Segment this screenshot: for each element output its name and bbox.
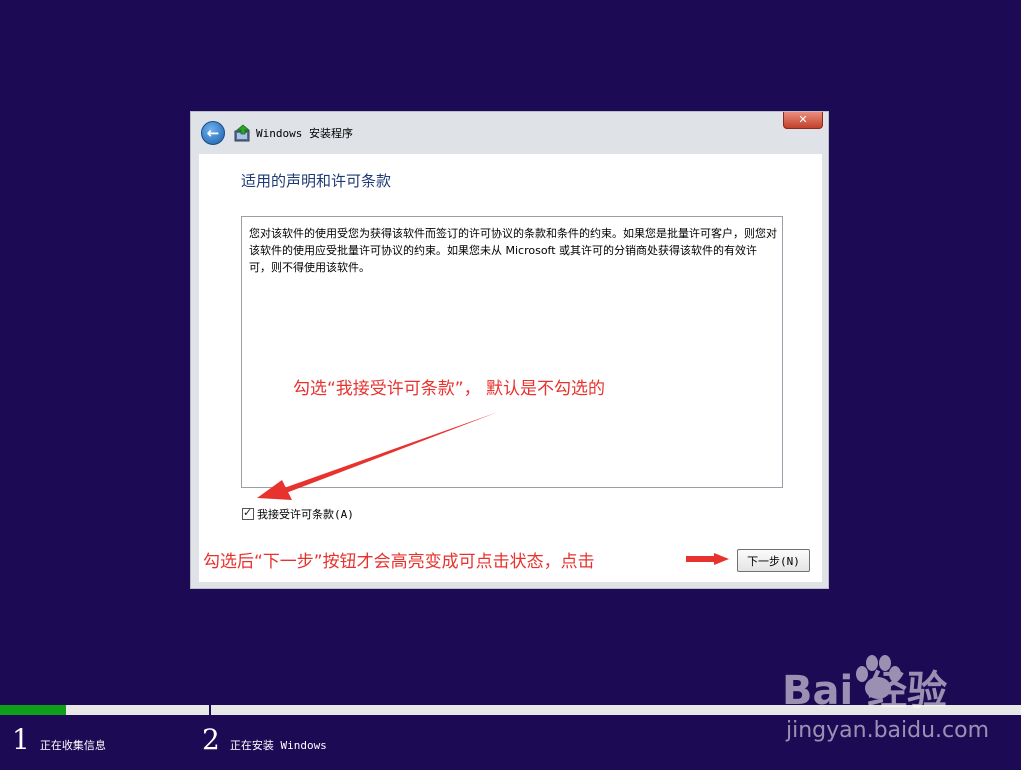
baidu-watermark: Bai 经验 jingyan.baidu.com: [782, 655, 989, 758]
step-1-number: 1: [12, 723, 30, 756]
step-divider: [209, 703, 211, 716]
step-2-number: 2: [202, 723, 220, 756]
watermark-url: jingyan.baidu.com: [786, 718, 990, 743]
arrow-to-checkbox: [257, 412, 498, 500]
step-1-label: 正在收集信息: [39, 739, 106, 752]
progress-fill: [0, 705, 67, 715]
step-2: 2 正在安装 Windows: [202, 725, 327, 755]
paw-icon: [856, 655, 901, 699]
step-1: 1 正在收集信息: [12, 725, 106, 755]
arrow-to-next-button: [686, 553, 729, 565]
step-2-label: 正在安装 Windows: [229, 739, 327, 752]
